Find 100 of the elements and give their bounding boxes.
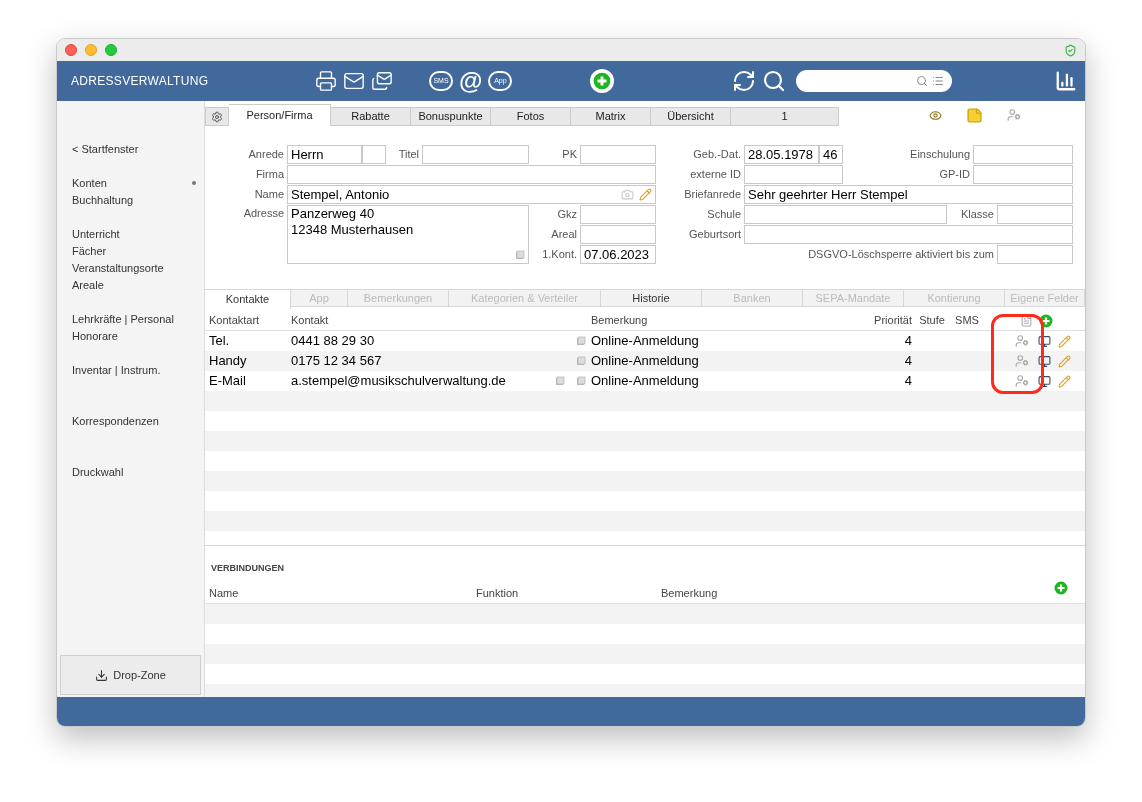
field-label: Gkz <box>556 207 578 223</box>
tab[interactable]: Fotos <box>491 107 571 126</box>
refresh-icon[interactable] <box>732 69 757 93</box>
close-button[interactable] <box>65 44 77 56</box>
sidebar-item[interactable]: Lehrkräfte | Personal <box>57 310 204 328</box>
field-label: Geb.-Dat. <box>692 147 742 163</box>
search-icon <box>916 75 929 87</box>
search-field[interactable] <box>796 70 953 92</box>
company-field[interactable] <box>287 165 656 184</box>
tab[interactable]: Person/Firma <box>229 104 331 126</box>
settings-icon[interactable] <box>211 110 223 123</box>
field-label: Geburtsort <box>688 227 742 243</box>
gkz-field[interactable] <box>580 205 656 224</box>
camera-icon[interactable] <box>621 188 634 201</box>
age-field[interactable]: 46 <box>819 145 843 164</box>
column-header: SMS <box>954 313 980 329</box>
minimize-button[interactable] <box>85 44 97 56</box>
sidebar-item[interactable]: Honorare <box>57 327 204 345</box>
sidebar-item[interactable]: Druckwahl <box>57 463 204 481</box>
printer-icon[interactable] <box>315 70 337 92</box>
mail-icon[interactable] <box>343 70 365 92</box>
field-label: GP-ID <box>938 167 971 183</box>
contact-row[interactable]: Handy 0175 12 34 567 Online-Anmeldung 4 <box>205 351 1085 371</box>
email-button[interactable]: @ <box>459 69 483 93</box>
compose-icon[interactable] <box>555 376 565 386</box>
sidebar-item[interactable]: Areale <box>57 276 204 294</box>
class-field[interactable] <box>997 205 1073 224</box>
area-field[interactable] <box>580 225 656 244</box>
zoom-button[interactable] <box>105 44 117 56</box>
list-icon[interactable] <box>932 75 945 87</box>
add-icon[interactable] <box>1039 313 1053 328</box>
sidebar-item[interactable]: Buchhaltung <box>57 191 204 209</box>
back-link[interactable]: < Startfenster <box>72 141 204 158</box>
pk-field[interactable] <box>580 145 656 164</box>
birthplace-field[interactable] <box>744 225 1073 244</box>
address-line: 12348 Musterhausen <box>291 222 415 238</box>
birth-date-field[interactable]: 28.05.1978 <box>744 145 819 164</box>
field-label: Schule <box>706 207 742 223</box>
salutation-field[interactable]: Herrn <box>287 145 362 164</box>
drop-zone-button[interactable]: Drop-Zone <box>60 655 201 695</box>
monitor-icon[interactable] <box>1038 354 1051 368</box>
table-cell-text: E-Mail <box>209 372 247 391</box>
eye-icon[interactable] <box>929 108 942 122</box>
user-settings-icon[interactable] <box>1015 374 1029 388</box>
user-settings-icon[interactable] <box>1015 354 1029 368</box>
enrollment-field[interactable] <box>973 145 1073 164</box>
title-field[interactable] <box>422 145 529 164</box>
tab[interactable]: 1 <box>731 107 839 126</box>
user-settings-icon[interactable] <box>1007 108 1021 122</box>
sidebar-item[interactable]: Inventar | Instrum. <box>57 361 204 379</box>
add-icon[interactable] <box>1054 581 1068 595</box>
name-field[interactable]: Stempel, Antonio <box>287 185 656 204</box>
sidebar-item[interactable]: Fächer <box>57 242 204 260</box>
signal-icon <box>1055 70 1077 92</box>
address-field[interactable]: Panzerweg 40 12348 Musterhausen <box>287 205 529 264</box>
column-header: Kontakt <box>291 313 330 329</box>
monitor-icon[interactable] <box>1038 334 1051 348</box>
app-title: ADRESSVERWALTUNG <box>70 73 210 90</box>
letter-salutation-field[interactable]: Sehr geehrter Herr Stempel <box>744 185 1073 204</box>
note-icon[interactable] <box>515 250 525 260</box>
field-label: Firma <box>254 167 285 183</box>
pencil-icon[interactable] <box>1058 374 1071 388</box>
tab[interactable]: Bonuspunkte <box>411 107 491 126</box>
table-cell-text: 4 <box>903 372 912 391</box>
pencil-icon[interactable] <box>1058 334 1071 348</box>
tab[interactable]: Übersicht <box>651 107 731 126</box>
field-label: externe ID <box>689 167 742 183</box>
list-icon[interactable] <box>1020 314 1033 327</box>
table-cell-text: 0175 12 34 567 <box>291 352 383 371</box>
tab[interactable]: Matrix <box>571 107 651 126</box>
tab[interactable]: Rabatte <box>331 107 411 126</box>
column-header: Kontaktart <box>209 313 261 329</box>
mails-icon[interactable] <box>371 70 393 92</box>
monitor-icon[interactable] <box>1038 374 1051 388</box>
column-header: Name <box>209 585 240 601</box>
field-label: 1.Kont. <box>541 247 578 263</box>
sidebar-item[interactable]: Veranstaltungsorte <box>57 259 204 277</box>
table-cell-text: Online-Anmeldung <box>591 372 700 391</box>
user-settings-icon[interactable] <box>1015 334 1029 348</box>
download-icon <box>95 668 109 682</box>
field-label: Anrede <box>247 147 285 163</box>
search-icon[interactable] <box>762 69 787 93</box>
subtab[interactable]: Kontakte <box>205 290 291 309</box>
salutation-extra-field[interactable] <box>362 145 386 164</box>
subtab[interactable]: Historie <box>601 290 702 307</box>
gdpr-date-field[interactable] <box>997 245 1073 264</box>
table-cell-text: Handy <box>209 352 248 371</box>
pencil-icon[interactable] <box>1058 354 1071 368</box>
note-icon[interactable] <box>966 106 983 124</box>
first-contact-field[interactable]: 07.06.2023 <box>580 245 656 264</box>
sidebar-item[interactable]: Korrespondenzen <box>57 412 204 430</box>
external-id-field[interactable] <box>744 165 843 184</box>
pencil-icon[interactable] <box>639 188 652 201</box>
sidebar-item[interactable]: Unterricht <box>57 225 204 243</box>
table-cell-text: 4 <box>903 332 912 351</box>
gp-id-field[interactable] <box>973 165 1073 184</box>
column-header: Priorität <box>873 313 912 329</box>
school-field[interactable] <box>744 205 947 224</box>
column-header: Funktion <box>476 585 520 601</box>
sidebar-item[interactable]: Konten <box>57 174 204 192</box>
